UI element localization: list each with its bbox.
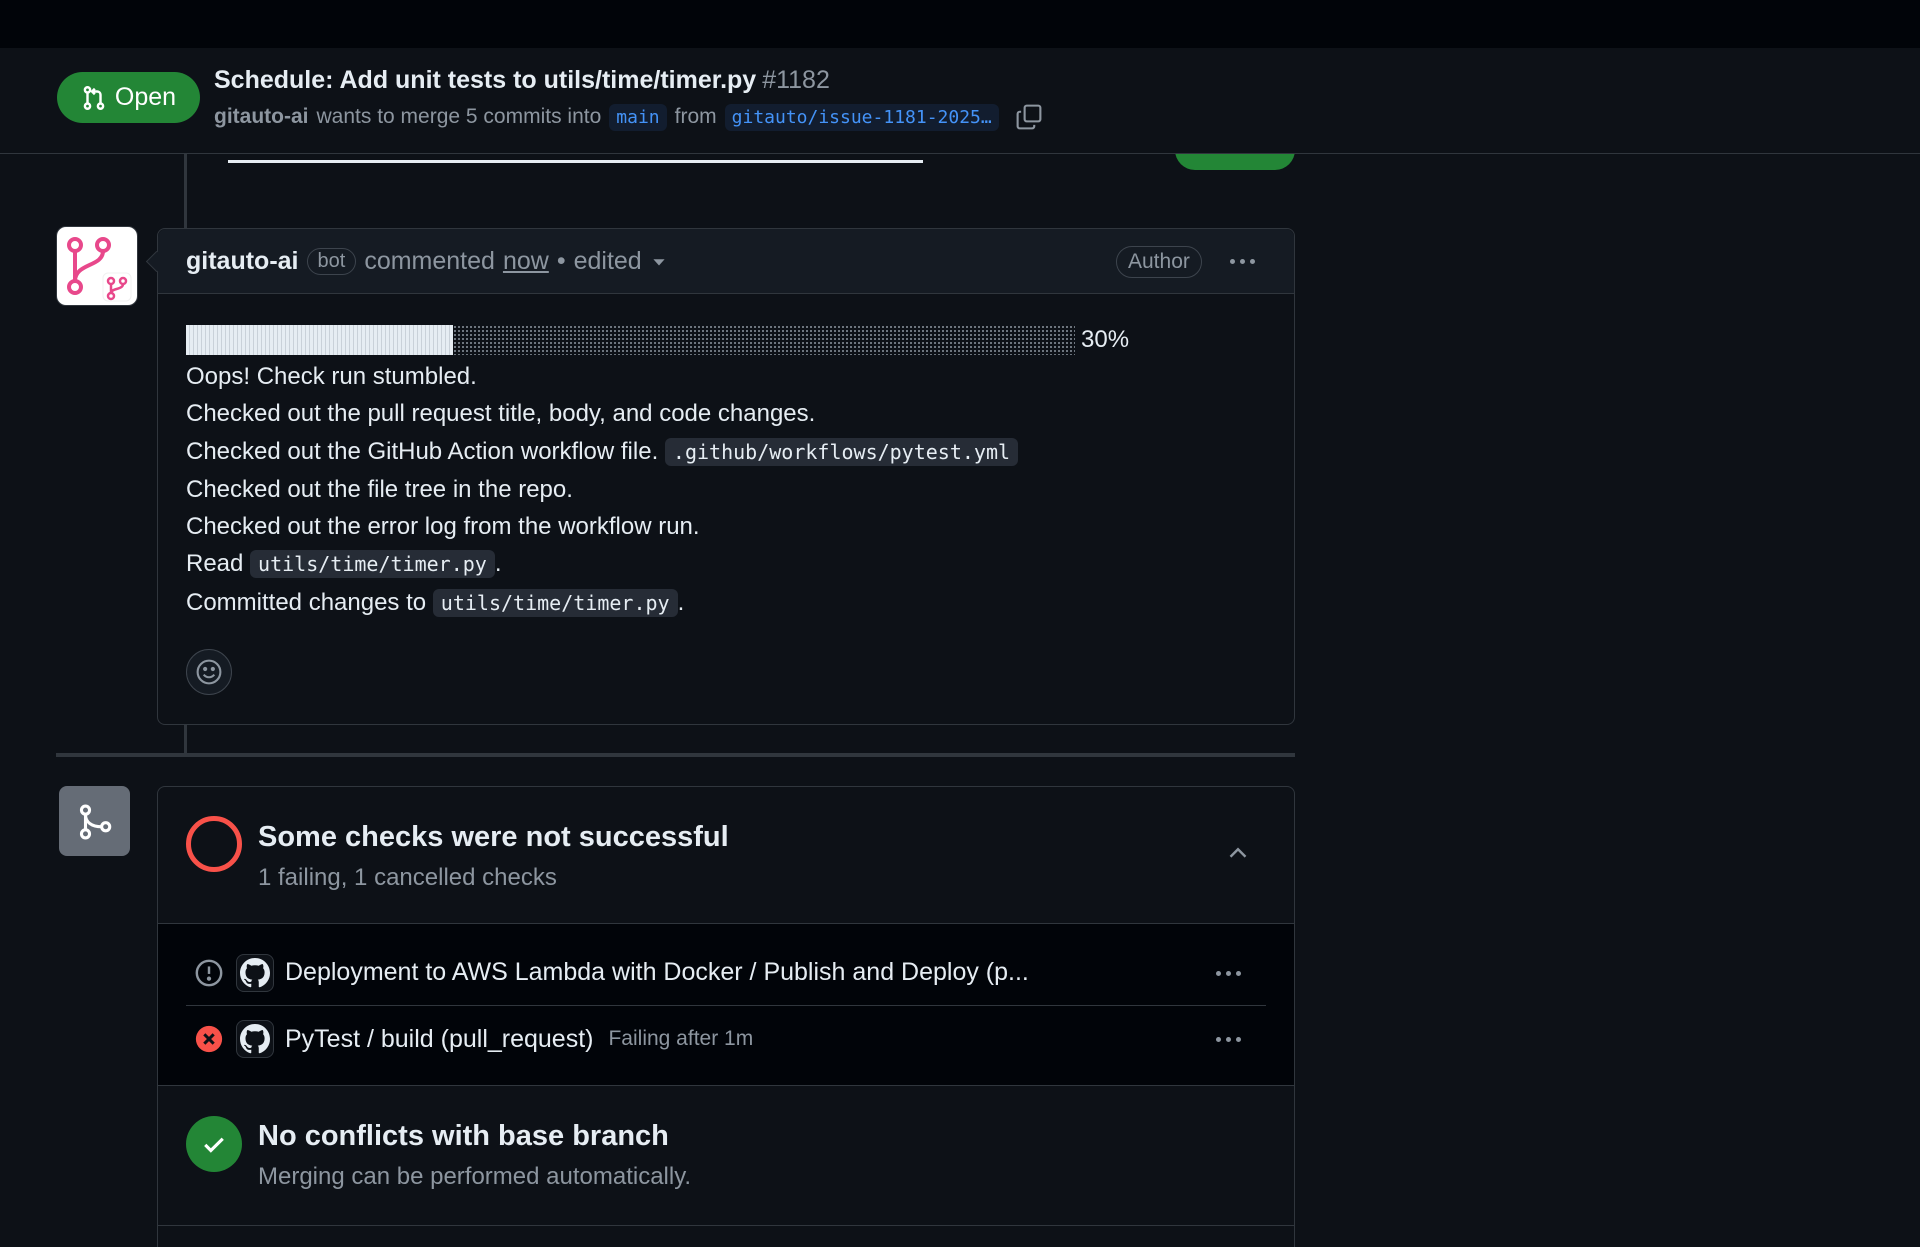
pr-merge-summary: gitauto-ai wants to merge 5 commits into…	[214, 103, 1043, 131]
smiley-icon	[196, 659, 222, 685]
log-line: Checked out the error log from the workf…	[186, 513, 700, 541]
timeline-line	[184, 725, 187, 753]
checks-summary[interactable]: Some checks were not successful 1 failin…	[158, 787, 1294, 924]
merge-box: Some checks were not successful 1 failin…	[157, 786, 1295, 1247]
chevron-up-icon[interactable]	[1226, 841, 1250, 865]
conflicts-subtitle: Merging can be performed automatically.	[258, 1163, 692, 1190]
bot-label: bot	[306, 248, 357, 275]
top-bar	[0, 0, 1920, 48]
check-options-icon[interactable]	[1216, 963, 1250, 983]
github-logo-icon	[236, 953, 274, 992]
avatar[interactable]	[56, 226, 138, 306]
log-line: Checked out the file tree in the repo.	[186, 475, 573, 503]
checks-title: Some checks were not successful	[258, 821, 729, 853]
read-file-code: utils/time/timer.py	[250, 550, 495, 579]
checks-list: Deployment to AWS Lambda with Docker / P…	[158, 924, 1294, 1086]
log-line: Checked out the pull request title, body…	[186, 400, 816, 428]
success-check-icon	[186, 1116, 242, 1172]
log-line: Read utils/time/timer.py.	[186, 550, 502, 579]
check-row[interactable]: Deployment to AWS Lambda with Docker / P…	[186, 940, 1266, 1006]
log-line: Oops! Check run stumbled.	[186, 363, 477, 390]
progress-label: 30%	[1081, 325, 1130, 353]
head-branch[interactable]: gitauto/issue-1181-2025…	[724, 103, 999, 131]
pr-number: #1182	[762, 66, 830, 94]
add-reaction-button[interactable]	[186, 649, 232, 695]
timeline-divider	[56, 753, 1295, 757]
github-logo-icon	[236, 1020, 274, 1058]
caret-down-icon	[653, 258, 665, 265]
pr-status-badge: Open	[57, 72, 200, 123]
checks-subtitle: 1 failing, 1 cancelled checks	[258, 864, 557, 891]
edited-dropdown[interactable]: edited	[574, 247, 666, 276]
cancelled-alert-icon	[195, 959, 223, 986]
check-duration: Failing after 1m	[608, 1027, 754, 1050]
merge-status-icon-box	[59, 786, 130, 856]
gitauto-logo-icon	[67, 237, 132, 302]
progress-remaining	[453, 324, 1075, 355]
conflicts-title: No conflicts with base branch	[258, 1120, 669, 1152]
copy-icon[interactable]	[1015, 103, 1043, 131]
check-name[interactable]: Deployment to AWS Lambda with Docker / P…	[285, 958, 1029, 987]
pull-request-icon	[83, 85, 105, 110]
check-row[interactable]: PyTest / build (pull_request) Failing af…	[186, 1006, 1266, 1072]
git-merge-icon	[79, 804, 112, 840]
comment-header: gitauto-ai bot commented now • edited Au…	[158, 229, 1294, 294]
pr-status-label: Open	[114, 83, 177, 111]
pr-sticky-header: Open Schedule: Add unit tests to utils/t…	[0, 48, 1920, 154]
from-text: from	[674, 105, 717, 128]
pr-title[interactable]: Schedule: Add unit tests to utils/time/t…	[214, 66, 830, 95]
commented-text: commented	[364, 247, 495, 275]
progress-fill	[186, 324, 453, 355]
base-branch[interactable]: main	[609, 103, 667, 131]
separator-dot: •	[556, 247, 566, 275]
progress-row: 30%	[186, 321, 1266, 358]
check-options-icon[interactable]	[1216, 1029, 1250, 1049]
timeline-line	[184, 154, 187, 228]
log-line: Committed changes to utils/time/timer.py…	[186, 588, 685, 617]
comment-timestamp[interactable]: now	[503, 247, 549, 276]
comment-card: gitauto-ai bot commented now • edited Au…	[157, 228, 1295, 725]
pr-author-link[interactable]: gitauto-ai	[214, 105, 309, 129]
failed-x-icon	[195, 1025, 223, 1053]
workflow-file-code: .github/workflows/pytest.yml	[664, 437, 1019, 466]
log-line: Checked out the GitHub Action workflow f…	[186, 433, 1266, 471]
comment-body: 30% Oops! Check run stumbled. Checked ou…	[186, 321, 1266, 622]
merge-text: wants to merge 5 commits into	[316, 105, 602, 128]
edited-label: edited	[573, 247, 642, 275]
progress-bar	[186, 324, 1075, 355]
committed-file-code: utils/time/timer.py	[432, 588, 678, 617]
pr-title-text: Schedule: Add unit tests to utils/time/t…	[214, 66, 757, 94]
check-name[interactable]: PyTest / build (pull_request)	[285, 1025, 593, 1054]
comment-options-icon[interactable]	[1230, 251, 1264, 271]
author-badge: Author	[1116, 246, 1202, 278]
comment-author[interactable]: gitauto-ai	[186, 247, 299, 276]
conflicts-section: No conflicts with base branch Merging ca…	[158, 1086, 1294, 1226]
failing-status-ring-icon	[186, 816, 242, 872]
